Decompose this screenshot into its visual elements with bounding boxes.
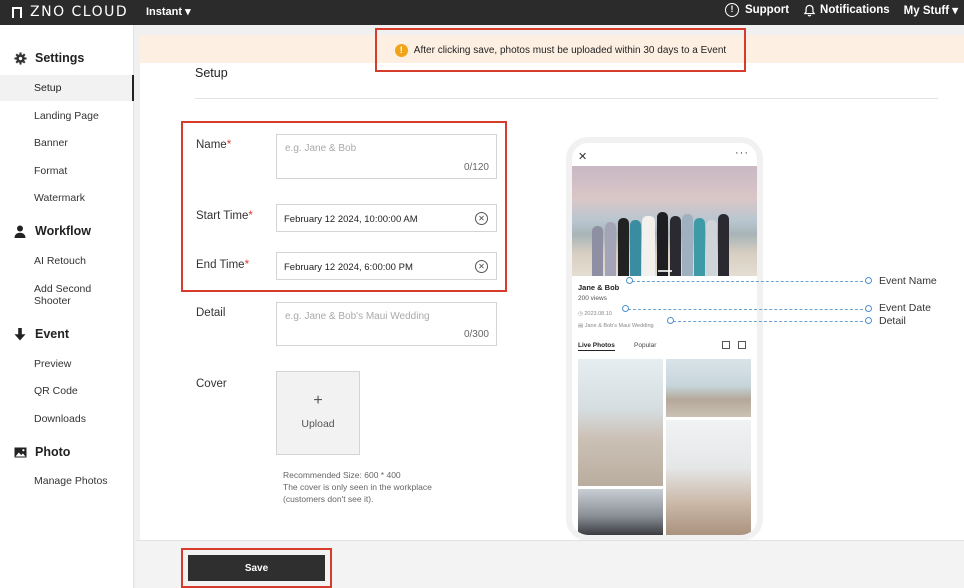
sidebar-section-workflow[interactable]: Workflow: [13, 224, 91, 238]
carousel-dots: [658, 270, 672, 272]
preview-views: 200 views: [578, 295, 607, 302]
detail-annotation: Detail: [879, 315, 906, 327]
end-time-value: February 12 2024, 6:00:00 PM: [284, 262, 413, 273]
product-switcher[interactable]: Instant ▾: [146, 5, 191, 18]
cover-label: Cover: [196, 378, 227, 390]
grid-view-icon: [738, 341, 746, 349]
notice-text: After clicking save, photos must be uplo…: [413, 44, 727, 56]
bell-icon: [803, 4, 816, 16]
sidebar-section-label: Photo: [35, 445, 71, 459]
sidebar-section-label: Settings: [35, 51, 85, 65]
event-name-connector: [632, 281, 868, 282]
cover-upload[interactable]: + Upload: [276, 371, 360, 455]
my-stuff-menu[interactable]: My Stuff ▾: [904, 3, 958, 17]
arrow-down-icon: [13, 327, 27, 341]
detail-label: Detail: [196, 307, 226, 319]
support-label: Support: [744, 4, 790, 16]
detail-connector: [673, 321, 868, 322]
title-divider: [195, 98, 938, 99]
gallery-photo: [578, 359, 663, 486]
name-label: Name*: [196, 139, 232, 151]
preview-event-name: Jane & Bob: [578, 283, 620, 292]
notifications-link[interactable]: Notifications: [803, 4, 890, 17]
preview-date: ◷ 2023.08.10: [578, 311, 612, 317]
clear-end-time-icon[interactable]: ✕: [475, 260, 488, 273]
qr-code-icon: [722, 341, 730, 349]
person-icon: [13, 224, 27, 238]
sidebar-section-label: Event: [35, 327, 70, 341]
sidebar-active-indicator: [0, 75, 134, 101]
name-char-counter: 0/120: [463, 162, 489, 173]
sidebar-item-add-second-shooter[interactable]: Add Second Shooter: [34, 283, 114, 307]
logo-text: ZNO CLOUD: [30, 4, 129, 20]
cover-photo: [572, 166, 757, 276]
sidebar-item-manage-photos[interactable]: Manage Photos: [34, 475, 108, 487]
end-time-input[interactable]: February 12 2024, 6:00:00 PM ✕: [276, 252, 497, 280]
sidebar-section-label: Workflow: [35, 224, 92, 238]
top-bar: ZNO CLOUD Instant ▾ ! Support Notificati…: [0, 0, 964, 25]
more-icon: ···: [735, 147, 749, 159]
gallery-photo: [666, 420, 751, 535]
notice-banner-message: ! After clicking save, photos must be up…: [375, 28, 746, 72]
detail-placeholder: e.g. Jane & Bob's Maui Wedding: [285, 311, 430, 322]
name-placeholder: e.g. Jane & Bob: [285, 143, 357, 154]
gear-icon: [13, 51, 27, 65]
sidebar: Settings Setup Landing Page Banner Forma…: [0, 25, 134, 588]
mobile-preview: ✕ ··· Jane & Bob 200 views ◷ 2023.08.10 …: [566, 137, 763, 541]
event-date-dot: [622, 305, 629, 312]
start-time-input[interactable]: February 12 2024, 10:00:00 AM ✕: [276, 204, 497, 232]
save-button[interactable]: Save: [188, 555, 325, 581]
info-icon: !: [724, 3, 739, 17]
cover-note: Recommended Size: 600 * 400: [283, 470, 401, 480]
plus-icon: +: [313, 392, 323, 409]
event-name-dot: [865, 277, 872, 284]
detail-dot: [667, 317, 674, 324]
detail-char-counter: 0/300: [463, 329, 489, 340]
detail-dot: [865, 317, 872, 324]
page-title: Setup: [195, 66, 228, 80]
sidebar-section-event[interactable]: Event: [13, 327, 69, 341]
sidebar-item-qr-code[interactable]: QR Code: [34, 385, 78, 397]
event-date-dot: [865, 305, 872, 312]
event-date-connector: [628, 309, 868, 310]
sidebar-item-setup[interactable]: Setup: [34, 82, 61, 94]
end-time-label: End Time*: [196, 259, 250, 271]
start-time-label: Start Time*: [196, 210, 253, 222]
gallery-photo: [578, 489, 663, 535]
start-time-value: February 12 2024, 10:00:00 AM: [284, 214, 418, 225]
sidebar-item-format[interactable]: Format: [34, 165, 67, 177]
sidebar-item-preview[interactable]: Preview: [34, 358, 71, 370]
detail-input[interactable]: e.g. Jane & Bob's Maui Wedding 0/300: [276, 302, 497, 346]
preview-tab-live-photos: Live Photos: [578, 342, 615, 351]
gallery-photo: [666, 359, 751, 417]
event-name-annotation: Event Name: [879, 275, 937, 287]
logo-mark-icon: [12, 6, 22, 18]
sidebar-section-settings[interactable]: Settings: [13, 51, 84, 65]
sidebar-item-landing-page[interactable]: Landing Page: [34, 110, 99, 122]
clear-start-time-icon[interactable]: ✕: [475, 212, 488, 225]
sidebar-section-photo[interactable]: Photo: [13, 445, 70, 459]
upload-label: Upload: [301, 418, 335, 430]
close-icon: ✕: [578, 151, 588, 163]
sidebar-item-ai-retouch[interactable]: AI Retouch: [34, 255, 86, 267]
event-date-annotation: Event Date: [879, 302, 931, 314]
sidebar-item-watermark[interactable]: Watermark: [34, 192, 85, 204]
warning-icon: !: [394, 43, 408, 57]
notifications-label: Notifications: [820, 4, 890, 16]
sidebar-item-downloads[interactable]: Downloads: [34, 413, 86, 425]
sidebar-item-banner[interactable]: Banner: [34, 137, 68, 149]
preview-tab-popular: Popular: [634, 342, 657, 349]
name-input[interactable]: e.g. Jane & Bob 0/120: [276, 134, 497, 179]
brand-logo[interactable]: ZNO CLOUD: [12, 4, 128, 20]
cover-note: The cover is only seen in the workplace: [283, 482, 432, 492]
event-name-dot: [626, 277, 633, 284]
support-link[interactable]: ! Support: [724, 3, 790, 17]
cover-note: (customers don't see it).: [283, 494, 374, 504]
preview-detail: ▤ Jane & Bob's Maui Wedding: [578, 323, 654, 329]
photo-icon: [13, 445, 27, 459]
